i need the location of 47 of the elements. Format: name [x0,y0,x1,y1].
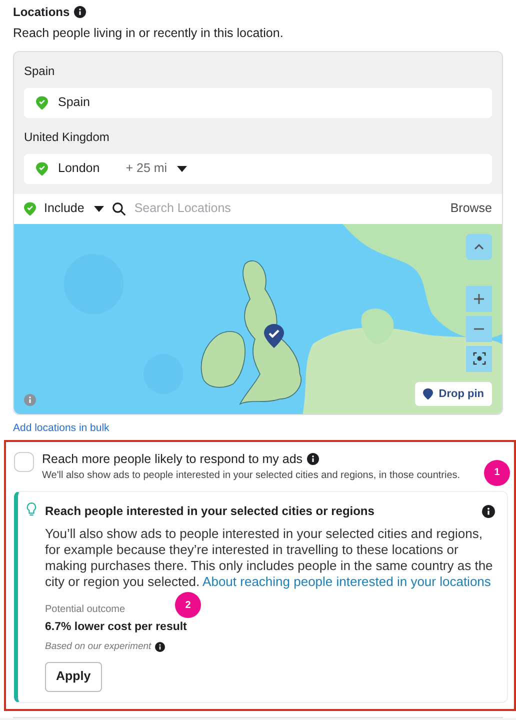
checkbox[interactable] [14,452,34,472]
pin-icon [422,388,433,400]
location-row[interactable]: Spain [24,88,492,118]
lightbulb-icon [26,502,37,518]
info-icon [482,504,495,518]
include-pin-icon [24,202,36,216]
location-row[interactable]: London + 25 mi [24,154,492,184]
location-pin-icon [36,162,48,176]
info-icon [306,452,319,465]
drop-pin-button[interactable]: Drop pin [414,382,492,406]
chevron-up-icon [474,244,484,250]
caret-icon [177,166,188,172]
minus-icon [474,328,484,330]
radius-dropdown[interactable]: + 25 mi [126,159,188,178]
search-input[interactable]: Search Locations [134,199,442,218]
option-description: We'll also show ads to people interested in your selected cities and regions, in those countries. [42,469,460,484]
location-pin-icon [36,96,48,110]
map-info-icon[interactable] [24,394,36,406]
section-title: Locations [13,4,70,21]
option-label: Reach more people likely to respond to my ads [42,450,303,468]
include-dropdown[interactable]: Include [44,199,104,218]
country-label: Spain [24,62,56,80]
outcome-value: 6.7% lower cost per result [45,620,188,636]
caret-icon [94,206,104,212]
plus-icon [474,294,484,304]
search-icon [112,202,126,216]
location-name: London [58,160,100,178]
annotation-marker: 2 [175,592,201,618]
add-bulk-link[interactable]: Add locations in bulk [13,420,503,436]
annotation-marker: 1 [484,460,510,486]
browse-button[interactable]: Browse [450,199,492,218]
zoom-in-button[interactable] [466,286,492,312]
collapse-button[interactable] [466,234,492,260]
outcome-label: Potential outcome [45,603,126,618]
country-label: United Kingdom [24,128,110,146]
section-subtitle: Reach people living in or recently in this location. [13,25,284,42]
learn-more-link[interactable]: About reaching people interested in your locations [202,574,491,590]
info-icon [155,642,166,652]
recenter-button[interactable] [466,346,492,372]
experiment-note: Based on our experiment [45,640,152,654]
suggestion-title: Reach people interested in your selected cities or regions [45,503,374,520]
suggestion-body: You’ll also show ads to people interested in your selected cities and regions, for example because they’re interested in travelling to these locations or making purchases there. This only includes people in the same country as the city or region you selected. About reaching people interested in your locations [45,526,494,590]
location-name: Spain [58,94,90,112]
map-marker-icon [264,324,284,348]
info-icon [74,6,86,18]
location-target-icon [472,352,486,366]
apply-button[interactable]: Apply [45,662,102,692]
